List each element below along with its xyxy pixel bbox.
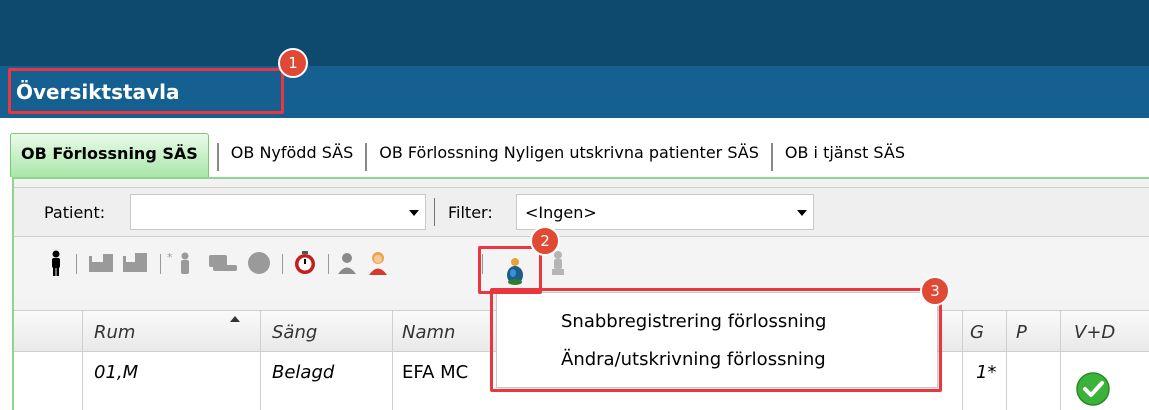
patient-label: Patient: [44, 203, 106, 222]
window-top-bar [0, 0, 1149, 66]
toolbar-divider [328, 254, 329, 274]
grid-column-divider [962, 310, 963, 410]
callout-badge-3: 3 [920, 276, 950, 306]
tab-divider [365, 143, 368, 171]
circle-icon[interactable] [244, 250, 274, 276]
grid-column-divider [1060, 310, 1061, 410]
person-icon[interactable] [46, 250, 66, 276]
column-header-p[interactable]: P [1016, 322, 1027, 343]
toolbar-divider [160, 254, 161, 274]
tab-divider [770, 143, 773, 171]
svg-text:*: * [167, 251, 173, 264]
bed-icon[interactable] [86, 250, 116, 276]
column-header-g[interactable]: G [970, 322, 984, 343]
user-icon[interactable] [334, 250, 360, 276]
transfer-icon[interactable] [206, 250, 240, 276]
column-header-rum[interactable]: Rum [94, 322, 135, 343]
callout-box-2 [478, 246, 542, 294]
bed-icon[interactable] [120, 250, 150, 276]
check-icon [1076, 372, 1110, 410]
column-header-vd[interactable]: V+D [1074, 322, 1115, 343]
chevron-down-icon[interactable] [797, 210, 807, 216]
tab-ob-i-tjanst[interactable]: OB i tjänst SÄS [777, 133, 913, 177]
tab-ob-nyligen-utskrivna[interactable]: OB Förlossning Nyligen utskrivna patient… [371, 133, 767, 177]
filter-dropdown[interactable]: <Ingen> [516, 194, 814, 230]
grid-column-divider [392, 310, 393, 410]
filter-divider [434, 198, 435, 226]
callout-box-1 [8, 68, 284, 114]
grid-column-divider [82, 310, 83, 410]
callout-badge-1: 1 [278, 48, 308, 78]
move-person-icon[interactable]: * [166, 250, 196, 276]
chevron-down-icon[interactable] [409, 210, 419, 216]
callout-badge-2: 2 [530, 226, 560, 256]
tab-ob-forlossning[interactable]: OB Förlossning SÄS [10, 133, 209, 177]
toolbar-divider [282, 254, 283, 274]
callout-box-3 [490, 288, 942, 392]
tab-ob-nyfodd[interactable]: OB Nyfödd SÄS [223, 133, 361, 177]
cell-namn[interactable]: EFA MC [402, 362, 468, 383]
column-header-namn[interactable]: Namn [402, 322, 455, 343]
tab-divider [216, 143, 219, 171]
cell-sang[interactable]: Belagd [272, 362, 334, 383]
toolbar-divider [76, 254, 77, 274]
cell-g[interactable]: 1* [976, 362, 996, 383]
timer-icon[interactable] [290, 250, 320, 276]
tab-strip: OB Förlossning SÄS OB Nyfödd SÄS OB Förl… [10, 133, 913, 177]
female-user-icon[interactable] [364, 250, 392, 276]
cell-rum[interactable]: 01,M [94, 362, 138, 383]
grid-column-divider [260, 310, 261, 410]
patient-dropdown[interactable] [130, 194, 426, 230]
filter-value: <Ingen> [525, 203, 597, 222]
column-header-sang[interactable]: Säng [272, 322, 317, 343]
filter-label: Filter: [448, 203, 493, 222]
sort-ascending-icon [230, 316, 240, 322]
grid-column-divider [1006, 310, 1007, 410]
